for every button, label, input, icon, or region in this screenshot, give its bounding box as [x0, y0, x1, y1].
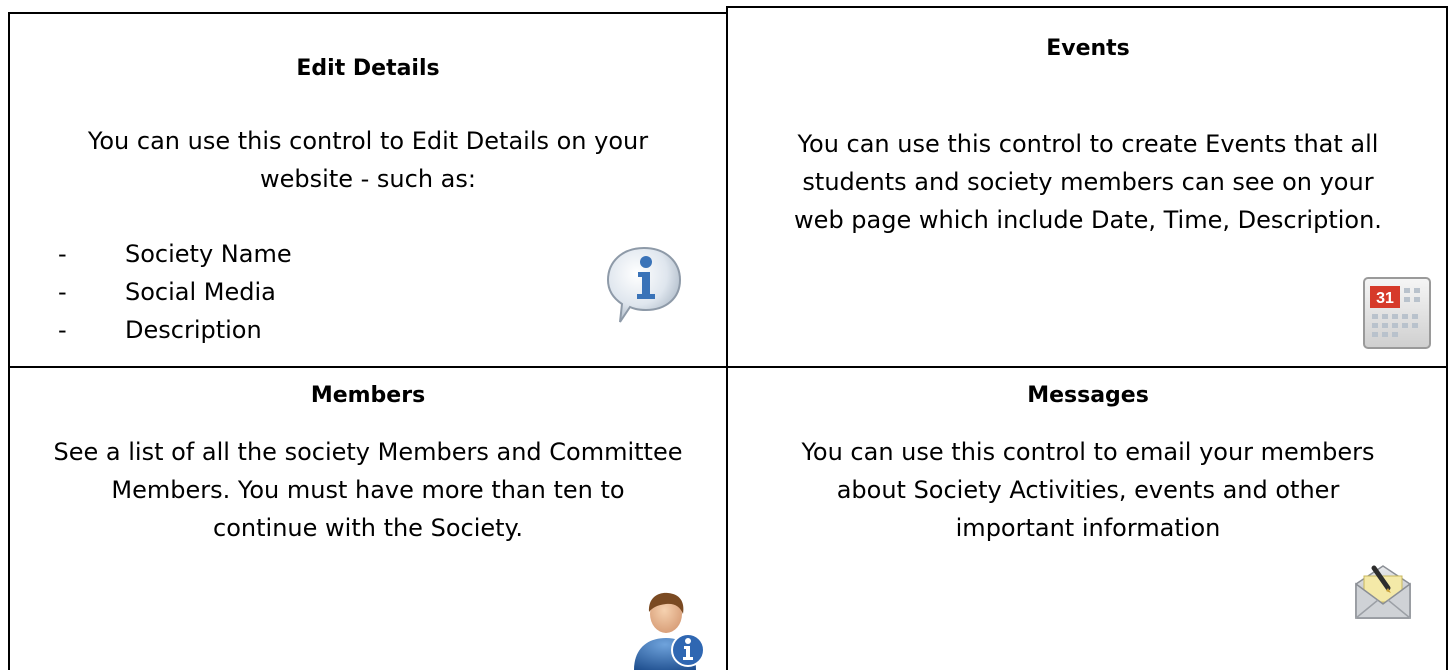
- description-line: website - such as:: [260, 165, 476, 193]
- table-border-middle-horizontal: [8, 366, 1448, 368]
- description-line: See a list of all the society Members an…: [53, 438, 683, 466]
- cell-title-events: Events: [1046, 36, 1130, 61]
- cell-title-edit-details: Edit Details: [296, 56, 440, 81]
- envelope-pen-icon[interactable]: [1350, 560, 1416, 624]
- cell-description-events: You can use this control to create Event…: [728, 125, 1448, 239]
- bullet-item: - Description: [58, 311, 292, 349]
- description-line: students and society members can see on …: [802, 168, 1374, 196]
- description-line: continue with the Society.: [213, 514, 523, 542]
- description-line: about Society Activities, events and oth…: [836, 476, 1340, 504]
- user-info-icon[interactable]: [630, 586, 708, 670]
- cell-description-messages: You can use this control to email your m…: [728, 433, 1448, 547]
- bullet-marker: -: [58, 278, 67, 306]
- description-line: web page which include Date, Time, Descr…: [794, 206, 1382, 234]
- bullet-item: - Society Name: [58, 235, 292, 273]
- bullet-text: Social Media: [125, 278, 276, 306]
- calendar-icon-date: 31: [1376, 290, 1394, 307]
- cell-description-edit-details: You can use this control to Edit Details…: [8, 122, 728, 198]
- description-line: important information: [955, 514, 1221, 542]
- cell-title-messages: Messages: [1027, 383, 1149, 408]
- bullet-item: - Social Media: [58, 273, 292, 311]
- info-speech-bubble-icon[interactable]: [604, 244, 684, 328]
- table-border-middle-vertical: [726, 6, 728, 670]
- description-line: Members. You must have more than ten to: [111, 476, 625, 504]
- edit-details-bullet-list: - Society Name - Social Media - Description: [58, 235, 292, 349]
- cell-title-members: Members: [310, 383, 426, 408]
- description-line: You can use this control to create Event…: [797, 130, 1379, 158]
- bullet-text: Description: [125, 316, 262, 344]
- bullet-text: Society Name: [125, 240, 292, 268]
- bullet-marker: -: [58, 316, 67, 344]
- calendar-icon[interactable]: 31: [1358, 272, 1436, 352]
- table-border-left: [8, 12, 10, 670]
- table-border-top-right: [726, 6, 1448, 8]
- bullet-marker: -: [58, 240, 67, 268]
- cell-description-members: See a list of all the society Members an…: [8, 433, 728, 547]
- description-line: You can use this control to email your m…: [801, 438, 1375, 466]
- description-line: You can use this control to Edit Details…: [87, 127, 649, 155]
- table-border-top-left: [8, 12, 728, 14]
